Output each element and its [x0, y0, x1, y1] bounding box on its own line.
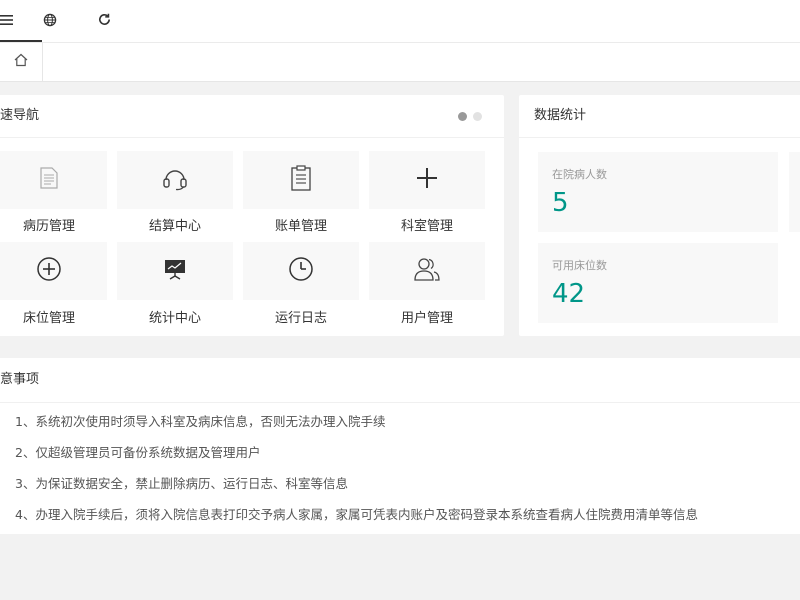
stat-available-beds-value: 42 — [552, 279, 586, 309]
quick-nav-title-text: 速导航 — [0, 108, 40, 123]
plus-icon — [415, 166, 439, 194]
nav-label-statistics: 统计中心 — [148, 311, 201, 326]
presentation-icon — [162, 256, 188, 286]
notice-item: 1、系统初次使用时须导入科室及病床信息，否则无法办理入院手续 — [15, 414, 386, 429]
nav-label-beds: 床位管理 — [22, 311, 75, 326]
document-icon — [38, 166, 60, 194]
plus-circle-icon — [35, 255, 63, 287]
stat-inpatients-label: 在院病人数 — [552, 168, 607, 181]
notice-title-text: 意事项 — [0, 372, 40, 387]
globe-icon — [43, 12, 57, 31]
carousel-indicator — [458, 112, 482, 121]
nav-label-users: 用户管理 — [400, 311, 453, 326]
nav-item-beds[interactable] — [0, 242, 107, 300]
nav-item-billing[interactable] — [243, 151, 359, 209]
notice-title: 意事项 — [0, 358, 800, 403]
quick-nav-card: 速导航 病历管理 结算中心 账单管理 科室管理 床位管理 统计中心 运行日志 用… — [0, 95, 504, 336]
nav-item-logs[interactable] — [243, 242, 359, 300]
toolbar-active-indicator — [0, 40, 42, 42]
refresh-button[interactable] — [84, 0, 124, 42]
stats-title: 数据统计 — [519, 95, 800, 138]
stat-inpatients-value: 5 — [552, 188, 569, 218]
stat-available-beds-label: 可用床位数 — [552, 259, 607, 272]
carousel-dot-1[interactable] — [458, 112, 467, 121]
stat-available-beds[interactable]: 可用床位数 42 — [538, 243, 778, 323]
nav-label-billing: 账单管理 — [274, 219, 327, 234]
home-icon — [13, 52, 29, 72]
nav-label-settlement: 结算中心 — [148, 219, 201, 234]
nav-label-medical-records: 病历管理 — [22, 219, 75, 234]
nav-label-departments: 科室管理 — [400, 219, 453, 234]
menu-toggle-button[interactable] — [0, 0, 26, 42]
nav-label-logs: 运行日志 — [274, 311, 327, 326]
language-button[interactable] — [30, 0, 70, 42]
notice-item: 3、为保证数据安全，禁止删除病历、运行日志、科室等信息 — [15, 476, 348, 491]
users-icon — [412, 255, 442, 287]
nav-item-users[interactable] — [369, 242, 485, 300]
stat-box-overflow — [789, 152, 800, 232]
nav-item-medical-records[interactable] — [0, 151, 107, 209]
clipboard-icon — [289, 164, 313, 196]
stat-inpatients[interactable]: 在院病人数 5 — [538, 152, 778, 232]
quick-nav-title: 速导航 — [0, 95, 504, 138]
tab-home[interactable] — [0, 43, 43, 81]
top-toolbar — [0, 0, 800, 43]
notice-item: 4、办理入院手续后，须将入院信息表打印交予病人家属，家属可凭表内账户及密码登录本… — [15, 507, 698, 522]
notice-card: 意事项 1、系统初次使用时须导入科室及病床信息，否则无法办理入院手续 2、仅超级… — [0, 358, 800, 534]
clock-icon — [287, 255, 315, 287]
notice-item: 2、仅超级管理员可备份系统数据及管理用户 — [15, 445, 261, 460]
notice-list: 1、系统初次使用时须导入科室及病床信息，否则无法办理入院手续 2、仅超级管理员可… — [15, 414, 698, 538]
nav-item-statistics[interactable] — [117, 242, 233, 300]
stats-card: 数据统计 在院病人数 5 可用床位数 42 — [519, 95, 800, 336]
nav-item-departments[interactable] — [369, 151, 485, 209]
carousel-dot-2[interactable] — [473, 112, 482, 121]
menu-icon — [0, 12, 13, 31]
tab-bar — [0, 43, 800, 82]
refresh-icon — [97, 12, 112, 31]
nav-item-settlement[interactable] — [117, 151, 233, 209]
stats-title-text: 数据统计 — [534, 108, 587, 123]
headset-icon — [161, 164, 189, 196]
